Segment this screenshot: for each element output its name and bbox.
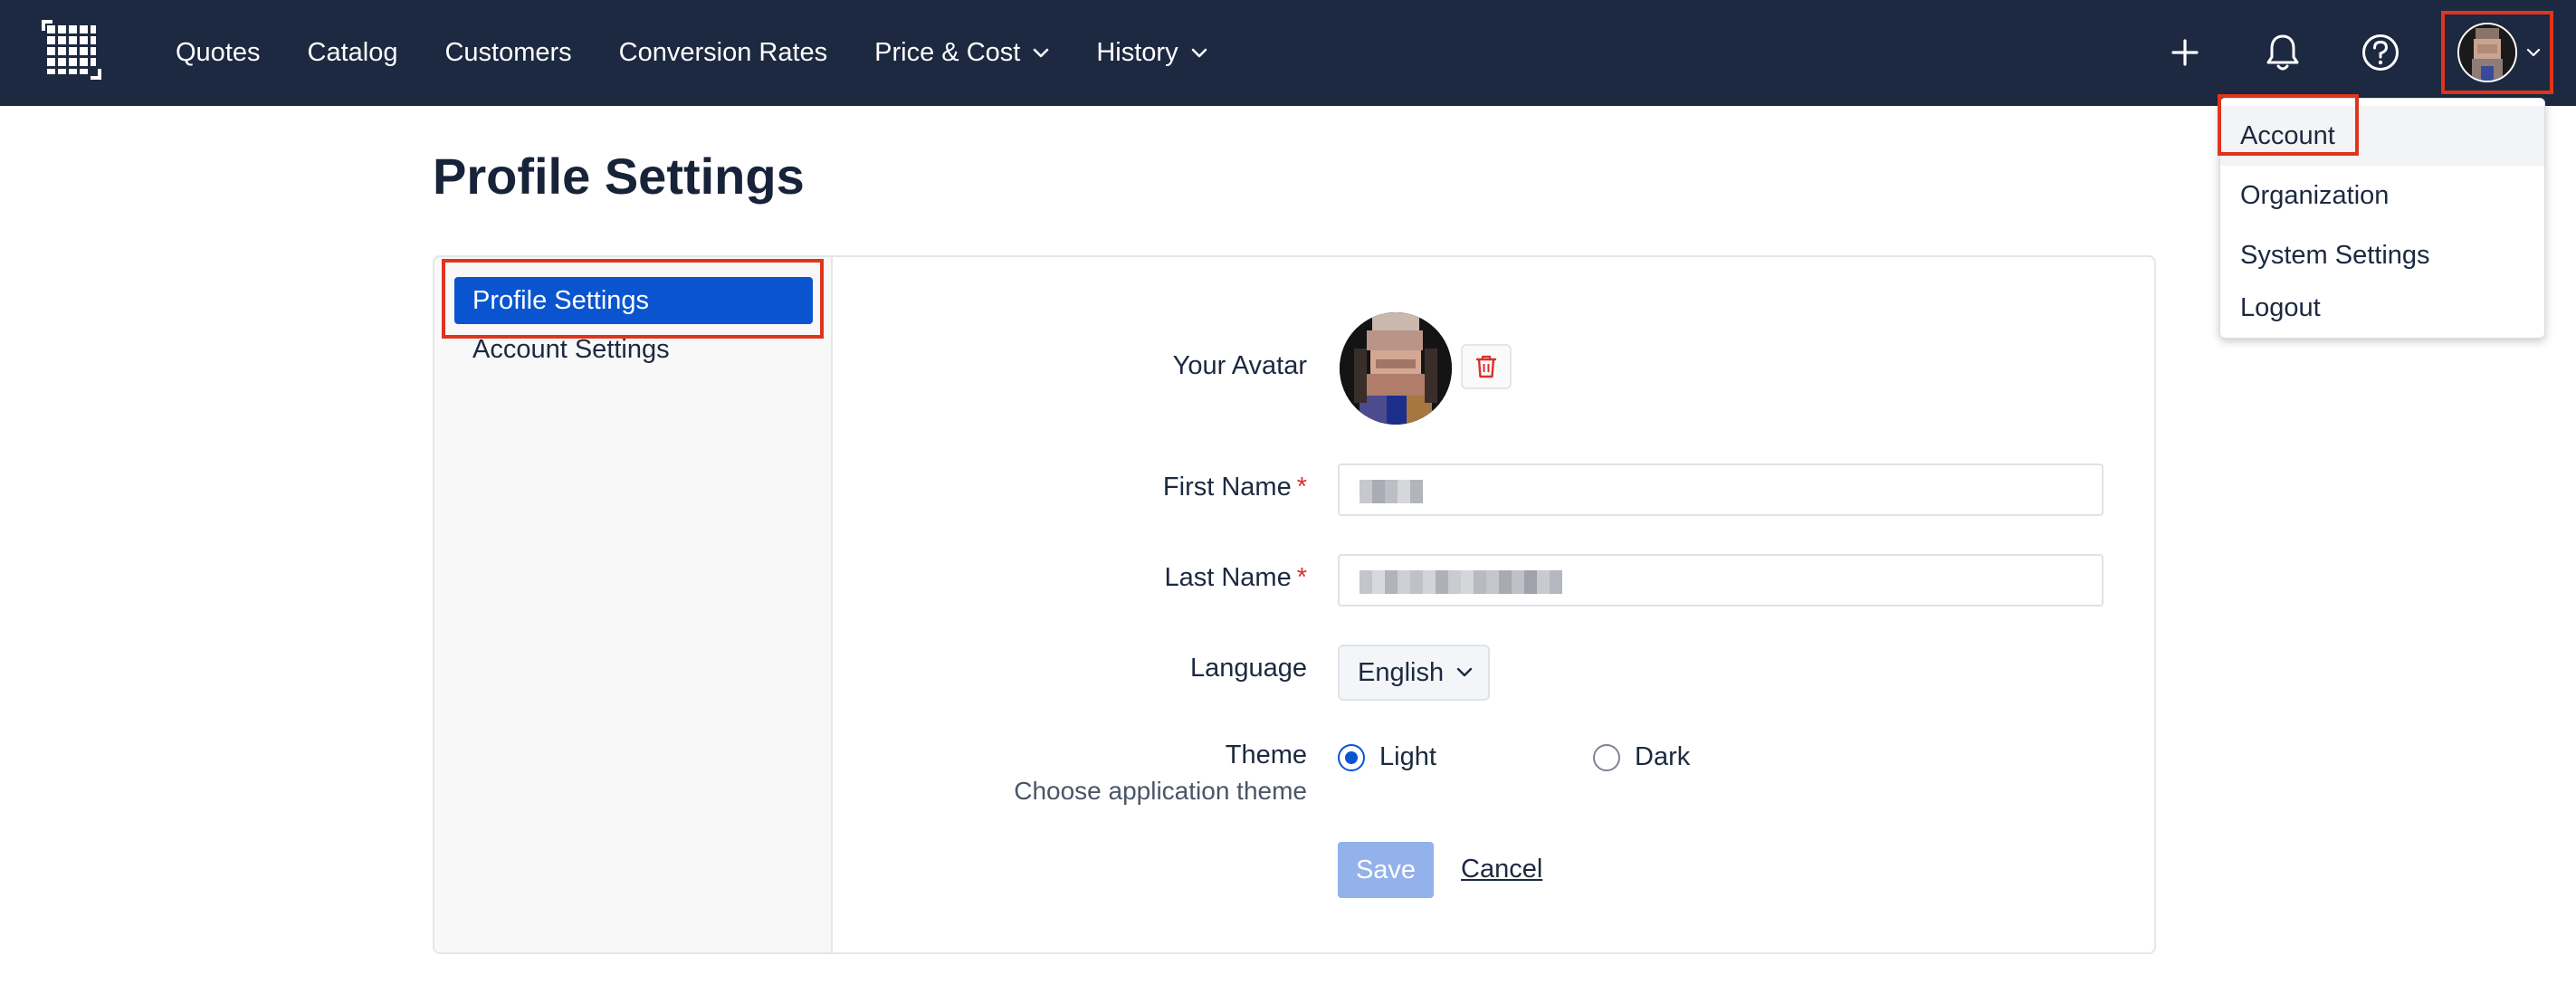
user-menu-dropdown: Account Organization System Settings Log…	[2219, 98, 2545, 339]
theme-help-text: Choose application theme	[1014, 777, 1307, 805]
sidebar-item-label: Account Settings	[472, 334, 670, 364]
avatar	[2457, 23, 2517, 82]
language-select[interactable]: English	[1338, 645, 1490, 701]
language-value: English	[1358, 657, 1445, 687]
cancel-link[interactable]: Cancel	[1461, 855, 1542, 884]
theme-radio-light[interactable]: Light	[1338, 742, 1436, 772]
sidebar-item-label: Profile Settings	[472, 285, 650, 315]
sidebar-item-account-settings[interactable]: Account Settings	[454, 326, 813, 373]
last-name-label: Last Name *	[1164, 563, 1307, 593]
delete-avatar-button[interactable]	[1461, 344, 1512, 389]
radio-label: Dark	[1635, 742, 1691, 771]
nav-item-label: Customers	[444, 38, 572, 67]
help-button[interactable]	[2355, 27, 2406, 78]
plus-icon	[2171, 39, 2199, 66]
sidebar-item-profile-settings[interactable]: Profile Settings	[454, 277, 813, 324]
nav-item-label: Catalog	[307, 38, 398, 67]
page-title: Profile Settings	[433, 148, 805, 205]
bell-icon	[2266, 34, 2299, 71]
redacted-value	[1360, 570, 1562, 594]
theme-label: Theme	[1225, 741, 1307, 769]
settings-sidebar: Profile Settings Account Settings	[434, 257, 833, 952]
first-name-label: First Name *	[1163, 473, 1307, 502]
language-label: Language	[1189, 654, 1307, 683]
nav-item-conversion-rates[interactable]: Conversion Rates	[619, 38, 828, 68]
avatar-label: Your Avatar	[1172, 351, 1307, 380]
chevron-down-icon	[1456, 667, 1473, 677]
menu-item-label: Organization	[2240, 180, 2390, 210]
menu-item-account[interactable]: Account	[2220, 106, 2544, 166]
nav-item-quotes[interactable]: Quotes	[176, 38, 261, 68]
add-button[interactable]	[2160, 27, 2210, 78]
grid-logo-icon[interactable]	[42, 20, 101, 80]
save-button[interactable]: Save	[1338, 842, 1434, 898]
nav-item-label: Quotes	[176, 38, 261, 67]
top-navbar: Quotes Catalog Customers Conversion Rate…	[0, 0, 2576, 106]
menu-item-organization[interactable]: Organization	[2220, 166, 2544, 225]
menu-item-label: Account	[2240, 120, 2335, 150]
profile-avatar[interactable]	[1340, 312, 1452, 425]
nav-item-price-cost[interactable]: Price & Cost	[874, 38, 1049, 68]
nav-item-label: Conversion Rates	[618, 38, 828, 67]
menu-item-logout[interactable]: Logout	[2220, 278, 2544, 338]
radio-label: Light	[1379, 742, 1436, 771]
first-name-label-text: First Name	[1162, 473, 1292, 502]
theme-radio-dark[interactable]: Dark	[1593, 742, 1690, 772]
chevron-down-icon	[2526, 48, 2541, 57]
notifications-button[interactable]	[2257, 27, 2308, 78]
last-name-input[interactable]	[1338, 554, 2104, 607]
radio-selected-icon	[1338, 743, 1365, 771]
chevron-down-icon	[1191, 48, 1207, 57]
last-name-label-text: Last Name	[1164, 563, 1292, 592]
nav-item-customers[interactable]: Customers	[444, 38, 571, 68]
menu-item-system-settings[interactable]: System Settings	[2220, 225, 2544, 285]
menu-item-label: Logout	[2240, 292, 2321, 322]
radio-unselected-icon	[1593, 743, 1620, 771]
main-nav: Quotes Catalog Customers Conversion Rate…	[176, 0, 1255, 106]
first-name-input[interactable]	[1338, 464, 2104, 516]
required-mark: *	[1296, 473, 1307, 502]
menu-item-label: System Settings	[2240, 240, 2430, 270]
help-circle-icon	[2362, 34, 2399, 71]
required-mark: *	[1296, 563, 1307, 592]
nav-item-catalog[interactable]: Catalog	[308, 38, 398, 68]
nav-item-history[interactable]: History	[1096, 38, 1207, 68]
user-menu-trigger[interactable]	[2441, 11, 2553, 94]
redacted-value	[1360, 480, 1423, 503]
nav-item-label: Price & Cost	[874, 38, 1021, 67]
chevron-down-icon	[1034, 48, 1049, 57]
trash-icon	[1475, 355, 1497, 378]
nav-item-label: History	[1096, 38, 1178, 67]
